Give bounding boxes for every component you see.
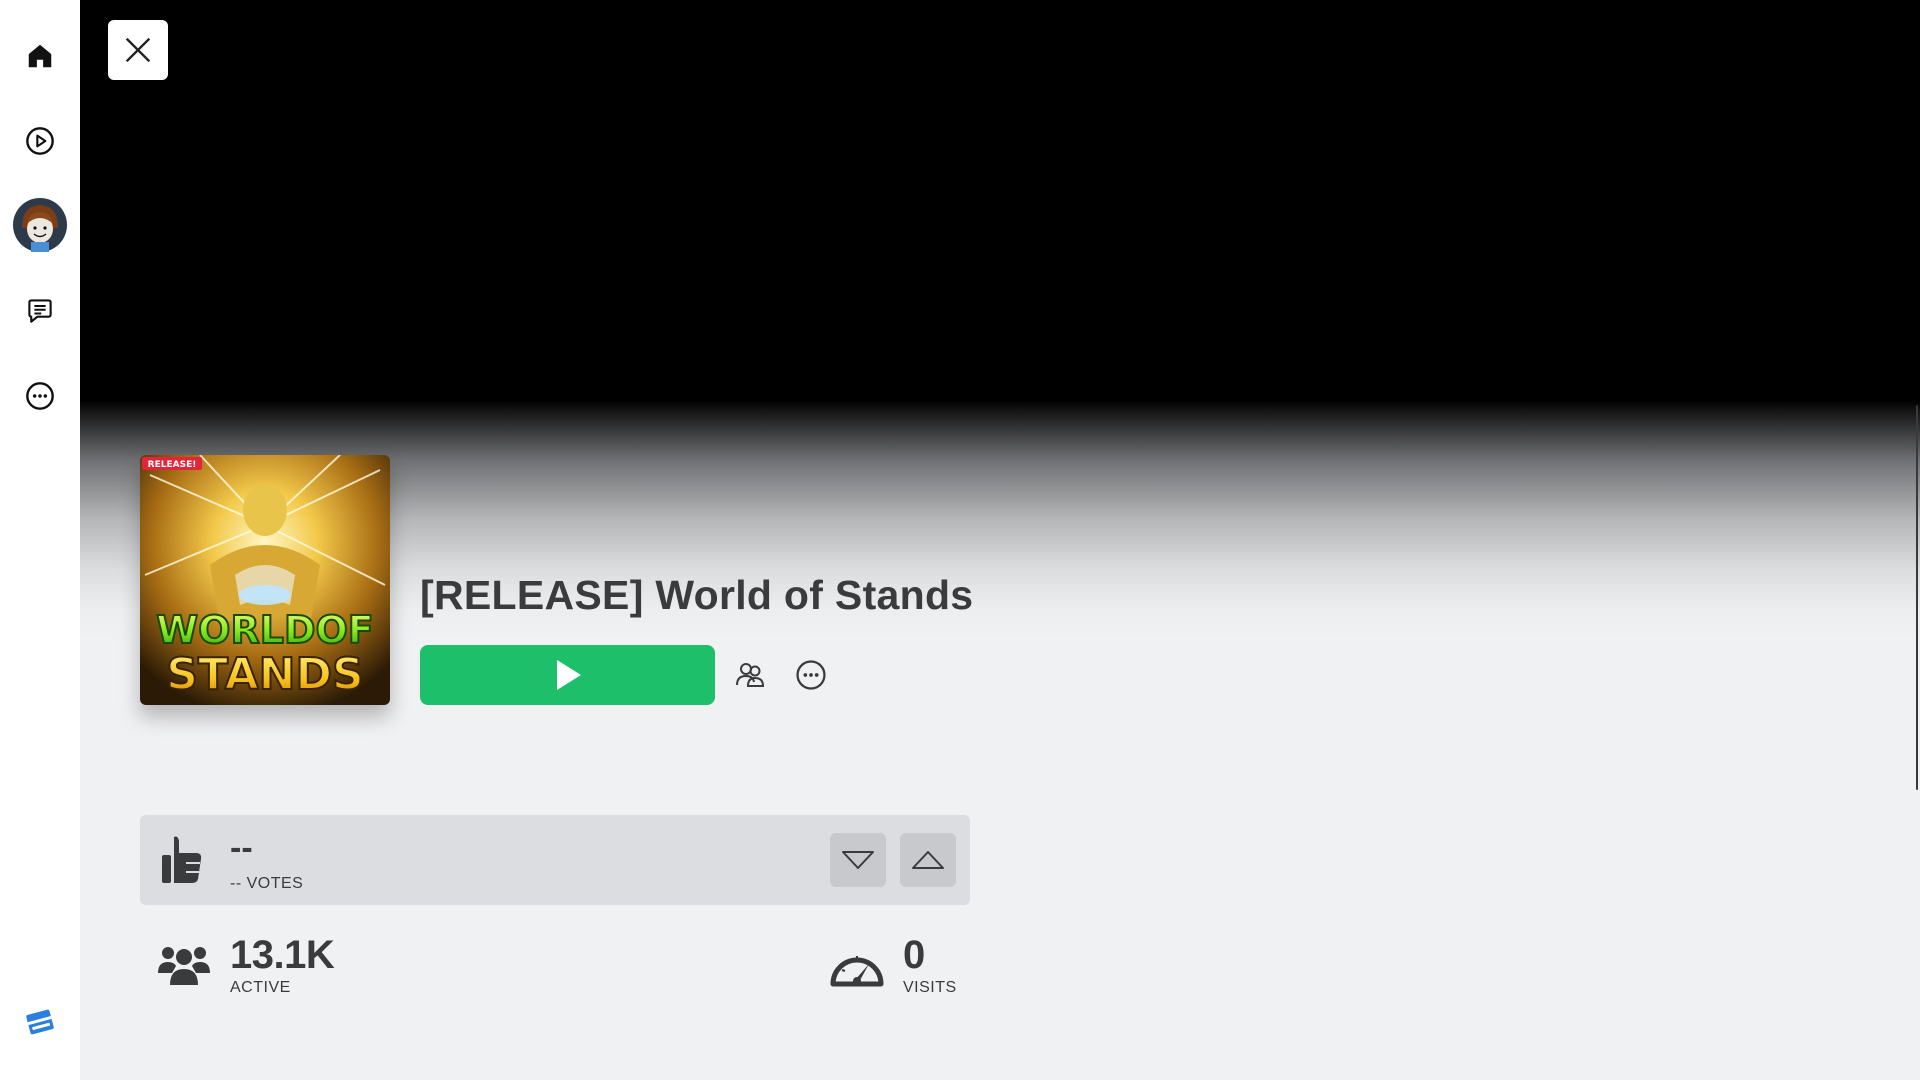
scrollbar[interactable]	[1914, 405, 1920, 790]
sidebar-item-more[interactable]	[15, 371, 65, 421]
visits-label: VISITS	[903, 979, 957, 996]
chevron-up-icon	[912, 851, 944, 869]
scrollbar-thumb[interactable]	[1916, 405, 1918, 790]
close-button[interactable]	[108, 20, 168, 80]
game-thumbnail[interactable]: WORLDOF STANDS RELEASE!	[140, 455, 390, 705]
sidebar-item-home[interactable]	[15, 31, 65, 81]
sidebar	[0, 0, 80, 1080]
active-value: 13.1K	[230, 933, 335, 977]
play-circle-icon	[26, 127, 54, 155]
players-icon	[158, 947, 210, 985]
thumbs-up-icon	[162, 836, 202, 883]
thumbnail-logo-line1: WORLDOF	[156, 608, 374, 652]
party-icon	[736, 663, 765, 687]
vote-count-label: -- VOTES	[230, 875, 304, 892]
party-button[interactable]	[730, 655, 770, 695]
active-stat: 13.1K ACTIVE	[230, 933, 335, 997]
chat-icon	[28, 299, 52, 323]
vote-value: --	[230, 829, 253, 867]
roblox-logo[interactable]	[15, 997, 65, 1047]
visits-value: 0	[903, 933, 925, 977]
sidebar-item-discover[interactable]	[15, 116, 65, 166]
roblox-logo-icon	[26, 1009, 54, 1035]
avatar-icon	[13, 198, 67, 252]
downvote-button[interactable]	[830, 833, 886, 887]
game-thumbnail-art: WORLDOF STANDS RELEASE!	[140, 455, 390, 705]
game-detail-page: WORLDOF STANDS RELEASE! [RELEASE] World …	[80, 0, 1920, 1080]
close-icon	[125, 37, 151, 63]
speedometer-icon	[830, 956, 884, 987]
visits-stat: 0 VISITS	[903, 935, 957, 997]
more-icon	[26, 382, 54, 410]
more-icon	[796, 660, 826, 690]
active-label: ACTIVE	[230, 979, 291, 996]
play-icon	[556, 660, 581, 690]
game-title: [RELEASE] World of Stands	[420, 572, 974, 618]
more-options-button[interactable]	[791, 655, 831, 695]
vote-panel: -- -- VOTES	[140, 815, 970, 905]
sidebar-item-chat[interactable]	[15, 286, 65, 336]
play-button[interactable]	[420, 645, 715, 705]
home-icon	[28, 44, 52, 68]
sidebar-item-avatar[interactable]	[13, 198, 67, 252]
upvote-button[interactable]	[900, 833, 956, 887]
chevron-down-icon	[842, 851, 874, 869]
thumbnail-logo-line2: STANDS	[166, 649, 363, 700]
thumbnail-badge: RELEASE!	[148, 460, 197, 470]
